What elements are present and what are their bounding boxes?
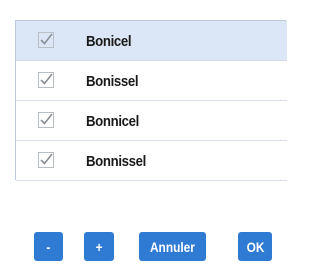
- checkmark-icon[interactable]: [38, 152, 54, 168]
- add-button-label: +: [95, 238, 103, 255]
- checkmark-icon[interactable]: [38, 32, 54, 48]
- list-item-label: Bonissel: [86, 73, 139, 90]
- checkmark-icon[interactable]: [38, 72, 54, 88]
- cancel-button-label: Annuler: [150, 238, 195, 255]
- list-item[interactable]: Bonnicel: [16, 101, 287, 141]
- ok-button-label: OK: [246, 238, 264, 255]
- list-item[interactable]: Bonnissel: [16, 141, 287, 181]
- cancel-button[interactable]: Annuler: [139, 232, 206, 261]
- list-item-label: Bonnissel: [86, 153, 146, 170]
- add-button[interactable]: +: [84, 232, 114, 261]
- item-list: Bonicel Bonissel Bonnicel Bonnissel: [15, 20, 287, 181]
- list-item-label: Bonicel: [86, 33, 132, 50]
- checkmark-icon[interactable]: [38, 112, 54, 128]
- dialog-panel: Bonicel Bonissel Bonnicel Bonnissel - + …: [15, 20, 287, 273]
- remove-button-label: -: [46, 238, 51, 255]
- ok-button[interactable]: OK: [238, 232, 272, 261]
- remove-button[interactable]: -: [34, 232, 63, 261]
- list-item[interactable]: Bonissel: [16, 61, 287, 101]
- list-item[interactable]: Bonicel: [16, 21, 287, 61]
- list-item-label: Bonnicel: [86, 113, 139, 130]
